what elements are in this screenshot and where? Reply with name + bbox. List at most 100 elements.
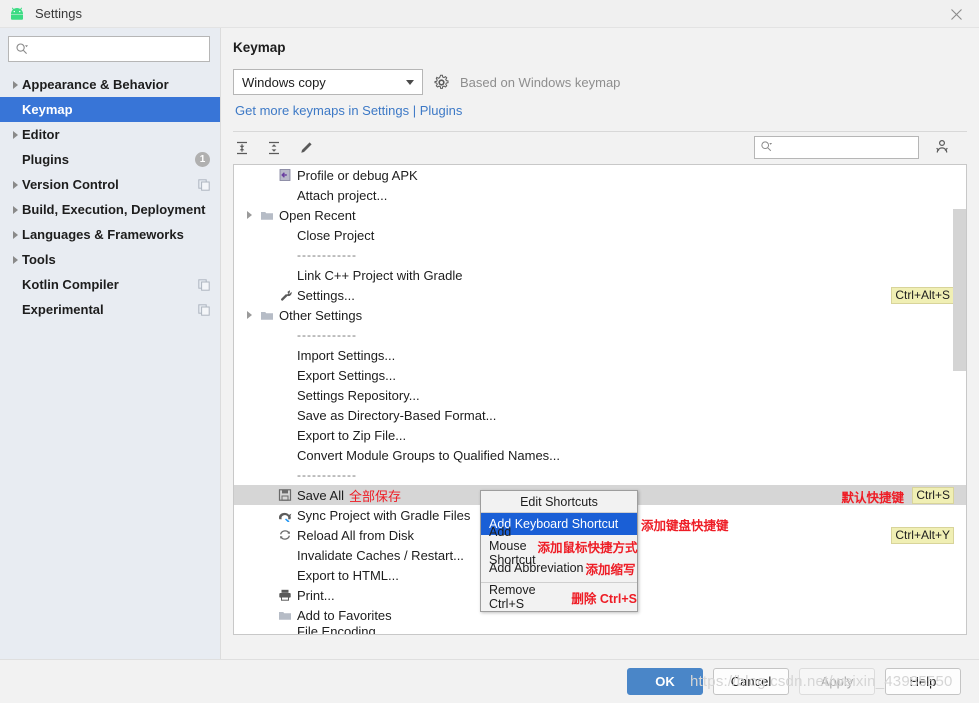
sidebar-item-editor[interactable]: Editor [0, 122, 220, 147]
reload-icon [276, 528, 294, 542]
tree-row[interactable]: File Encoding [234, 623, 966, 635]
sidebar-item-tools[interactable]: Tools [0, 247, 220, 272]
chevron-right-icon [240, 311, 258, 319]
tree-row[interactable]: Settings... Ctrl+Alt+S [234, 285, 966, 305]
tree-vertical-scrollbar[interactable] [953, 209, 966, 371]
tree-row-label: Import Settings... [297, 347, 396, 363]
tree-row-label: File Encoding [297, 623, 376, 635]
settings-search-box[interactable] [8, 36, 210, 62]
context-menu-item-label: Remove Ctrl+S [489, 583, 536, 611]
tree-row[interactable]: Settings Repository... [234, 385, 966, 405]
search-icon [760, 140, 773, 156]
folder-icon [258, 209, 276, 222]
save-icon [276, 488, 294, 502]
chevron-right-icon [8, 130, 22, 139]
tree-row[interactable]: Link C++ Project with Gradle [234, 265, 966, 285]
context-menu-item-annotation: 添加缩写 [585, 562, 636, 577]
sidebar-item-label: Languages & Frameworks [22, 227, 184, 242]
sidebar-item-version-control[interactable]: Version Control [0, 172, 220, 197]
tree-row-label: Settings Repository... [297, 387, 420, 403]
window-titlebar: Settings [0, 0, 979, 28]
chevron-right-icon [240, 211, 258, 219]
tree-row[interactable]: ------------ [234, 325, 966, 345]
sidebar-item-label: Plugins [22, 152, 69, 167]
sidebar-item-experimental[interactable]: Experimental [0, 297, 220, 322]
settings-sidebar: Appearance & Behavior Keymap Editor Plugins… [0, 28, 221, 659]
tree-row[interactable]: Convert Module Groups to Qualified Names… [234, 445, 966, 465]
pencil-icon[interactable] [297, 139, 315, 157]
tree-row[interactable]: Open Recent [234, 205, 966, 225]
context-menu-item-remove-ctrl-s[interactable]: Remove Ctrl+S 删除 Ctrl+S [481, 583, 637, 611]
help-button[interactable]: Help [885, 668, 961, 695]
tree-row-label: Export to Zip File... [297, 427, 407, 443]
tree-row-label: Open Recent [279, 207, 356, 223]
sidebar-item-keymap[interactable]: Keymap [0, 97, 220, 122]
edit-shortcuts-context-menu[interactable]: Edit Shortcuts Add Keyboard Shortcut 添加键盘… [480, 490, 729, 612]
tree-row-label: Add to Favorites [297, 607, 392, 623]
sidebar-item-plugins[interactable]: Plugins 1 [0, 147, 220, 172]
keymap-select-value: Windows copy [242, 74, 326, 90]
tree-row[interactable]: Attach project... [234, 185, 966, 205]
shortcut-badge: Ctrl+S [912, 487, 954, 504]
cancel-button[interactable]: Cancel [713, 668, 789, 695]
find-actions-icon[interactable] [931, 136, 953, 158]
copy-icon [198, 178, 210, 191]
chevron-down-icon [406, 79, 414, 85]
keymap-search-box[interactable] [754, 136, 933, 159]
tree-row-label: Export to HTML... [297, 567, 399, 583]
chevron-right-icon [8, 180, 22, 189]
tree-row[interactable]: ------------ [234, 465, 966, 485]
sidebar-item-build-execution-deployment[interactable]: Build, Execution, Deployment [0, 197, 220, 222]
apply-button[interactable]: Apply [799, 668, 875, 695]
copy-icon [198, 278, 210, 291]
page-title: Keymap [233, 40, 286, 55]
context-menu-item-annotation: 删除 Ctrl+S [571, 591, 637, 606]
chevron-right-icon [8, 230, 22, 239]
tree-row-label: Other Settings [279, 307, 363, 323]
tree-row[interactable]: Import Settings... [234, 345, 966, 365]
sidebar-item-label: Experimental [22, 302, 104, 317]
sidebar-item-badge: 1 [195, 152, 210, 167]
sidebar-item-label: Version Control [22, 177, 119, 192]
keymap-toolbar [233, 132, 967, 164]
sidebar-item-languages-frameworks[interactable]: Languages & Frameworks [0, 222, 220, 247]
tree-row-annotation: 全部保存 [348, 488, 401, 504]
keymap-select[interactable]: Windows copy [233, 69, 423, 95]
tree-row[interactable]: Other Settings [234, 305, 966, 325]
expand-all-icon[interactable] [233, 139, 251, 157]
get-more-keymaps-link[interactable]: Get more keymaps in Settings | Plugins [235, 103, 462, 118]
keymap-selector-row: Windows copy Based on Windows keymap [233, 69, 967, 95]
sidebar-item-kotlin-compiler[interactable]: Kotlin Compiler [0, 272, 220, 297]
settings-search-input[interactable] [29, 41, 209, 57]
sidebar-item-appearance-behavior[interactable]: Appearance & Behavior [0, 72, 220, 97]
tree-row-label: Reload All from Disk [297, 527, 415, 543]
wrench-icon [276, 288, 294, 302]
tree-row-label: Sync Project with Gradle Files [297, 507, 471, 523]
tree-row[interactable]: Export to Zip File... [234, 425, 966, 445]
tree-row-label: Attach project... [297, 187, 388, 203]
gradle-icon [276, 509, 294, 522]
folder-icon [276, 609, 294, 622]
tree-row-label: Close Project [297, 227, 375, 243]
tree-row[interactable]: Profile or debug APK [234, 165, 966, 185]
tree-row[interactable]: Export Settings... [234, 365, 966, 385]
tree-row[interactable]: Close Project [234, 225, 966, 245]
folder-icon [258, 309, 276, 322]
collapse-all-icon[interactable] [265, 139, 283, 157]
keymap-search-input[interactable] [773, 139, 933, 156]
profile-apk-icon [276, 168, 294, 182]
tree-row[interactable]: ------------ [234, 245, 966, 265]
context-menu-item-add-abbreviation[interactable]: Add Abbreviation 添加缩写 [481, 557, 637, 579]
ok-button[interactable]: OK [627, 668, 703, 695]
tree-row-label: Profile or debug APK [297, 167, 418, 183]
context-menu-item-add-mouse-shortcut[interactable]: Add Mouse Shortcut 添加鼠标快捷方式 [481, 525, 638, 567]
tree-row-label: Invalidate Caches / Restart... [297, 547, 464, 563]
context-menu-item-annotation: 添加键盘快捷键 [641, 518, 729, 533]
tree-row[interactable]: Save as Directory-Based Format... [234, 405, 966, 425]
tree-row-label: Link C++ Project with Gradle [297, 267, 463, 283]
close-icon[interactable] [933, 0, 979, 28]
gear-icon[interactable] [433, 74, 450, 91]
shortcut-note: 默认快捷键 [841, 491, 904, 505]
sidebar-search-wrap [0, 36, 220, 62]
window-title: Settings [35, 6, 82, 21]
